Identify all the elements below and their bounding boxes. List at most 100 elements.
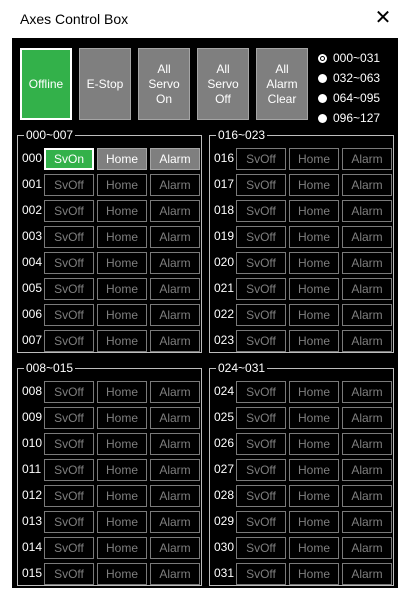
alarm-button[interactable]: Alarm	[150, 563, 200, 585]
home-button[interactable]: Home	[97, 485, 147, 507]
home-button[interactable]: Home	[289, 304, 339, 326]
alarm-button[interactable]: Alarm	[150, 200, 200, 222]
servo-toggle-button[interactable]: SvOff	[44, 252, 94, 274]
home-button[interactable]: Home	[289, 563, 339, 585]
home-button[interactable]: Home	[289, 381, 339, 403]
range-option-064-095[interactable]: 064~095	[318, 89, 380, 107]
estop-button[interactable]: E-Stop	[79, 48, 131, 120]
servo-toggle-button[interactable]: SvOff	[44, 278, 94, 300]
servo-toggle-button[interactable]: SvOff	[236, 200, 286, 222]
home-button[interactable]: Home	[289, 511, 339, 533]
alarm-button[interactable]: Alarm	[342, 485, 392, 507]
servo-toggle-button[interactable]: SvOff	[236, 252, 286, 274]
servo-toggle-button[interactable]: SvOff	[236, 330, 286, 352]
all-alarm-clear-button[interactable]: All Alarm Clear	[256, 48, 308, 120]
servo-toggle-button[interactable]: SvOff	[44, 407, 94, 429]
home-button[interactable]: Home	[97, 226, 147, 248]
alarm-button[interactable]: Alarm	[150, 381, 200, 403]
servo-toggle-button[interactable]: SvOff	[236, 537, 286, 559]
close-icon[interactable]: ✕	[371, 6, 395, 30]
alarm-button[interactable]: Alarm	[342, 563, 392, 585]
home-button[interactable]: Home	[289, 459, 339, 481]
alarm-button[interactable]: Alarm	[342, 537, 392, 559]
servo-toggle-button[interactable]: SvOff	[44, 459, 94, 481]
servo-toggle-button[interactable]: SvOff	[236, 278, 286, 300]
home-button[interactable]: Home	[97, 252, 147, 274]
servo-toggle-button[interactable]: SvOff	[44, 563, 94, 585]
alarm-button[interactable]: Alarm	[342, 407, 392, 429]
home-button[interactable]: Home	[97, 304, 147, 326]
alarm-button[interactable]: Alarm	[342, 511, 392, 533]
home-button[interactable]: Home	[97, 511, 147, 533]
servo-toggle-button[interactable]: SvOff	[236, 485, 286, 507]
alarm-button[interactable]: Alarm	[150, 252, 200, 274]
servo-toggle-button[interactable]: SvOff	[44, 511, 94, 533]
alarm-button[interactable]: Alarm	[150, 537, 200, 559]
home-button[interactable]: Home	[97, 381, 147, 403]
home-button[interactable]: Home	[97, 278, 147, 300]
servo-toggle-button[interactable]: SvOff	[44, 537, 94, 559]
servo-toggle-button[interactable]: SvOff	[236, 174, 286, 196]
servo-toggle-button[interactable]: SvOff	[236, 511, 286, 533]
alarm-button[interactable]: Alarm	[342, 174, 392, 196]
servo-toggle-button[interactable]: SvOff	[44, 433, 94, 455]
home-button[interactable]: Home	[97, 330, 147, 352]
servo-toggle-button[interactable]: SvOff	[236, 563, 286, 585]
servo-toggle-button[interactable]: SvOff	[236, 459, 286, 481]
servo-toggle-button[interactable]: SvOff	[236, 381, 286, 403]
servo-toggle-button[interactable]: SvOff	[44, 330, 94, 352]
servo-toggle-button[interactable]: SvOff	[44, 304, 94, 326]
home-button[interactable]: Home	[97, 174, 147, 196]
alarm-button[interactable]: Alarm	[342, 330, 392, 352]
alarm-button[interactable]: Alarm	[342, 459, 392, 481]
alarm-button[interactable]: Alarm	[150, 174, 200, 196]
home-button[interactable]: Home	[289, 433, 339, 455]
alarm-button[interactable]: Alarm	[342, 278, 392, 300]
alarm-button[interactable]: Alarm	[342, 381, 392, 403]
all-servo-off-button[interactable]: All Servo Off	[197, 48, 249, 120]
alarm-button[interactable]: Alarm	[150, 407, 200, 429]
servo-toggle-button[interactable]: SvOn	[44, 148, 94, 170]
alarm-button[interactable]: Alarm	[342, 200, 392, 222]
servo-toggle-button[interactable]: SvOff	[236, 433, 286, 455]
home-button[interactable]: Home	[289, 174, 339, 196]
range-option-032-063[interactable]: 032~063	[318, 69, 380, 87]
alarm-button[interactable]: Alarm	[150, 459, 200, 481]
alarm-button[interactable]: Alarm	[150, 511, 200, 533]
home-button[interactable]: Home	[97, 200, 147, 222]
servo-toggle-button[interactable]: SvOff	[236, 148, 286, 170]
alarm-button[interactable]: Alarm	[150, 485, 200, 507]
home-button[interactable]: Home	[289, 278, 339, 300]
home-button[interactable]: Home	[289, 226, 339, 248]
home-button[interactable]: Home	[97, 407, 147, 429]
home-button[interactable]: Home	[289, 407, 339, 429]
servo-toggle-button[interactable]: SvOff	[44, 200, 94, 222]
range-option-096-127[interactable]: 096~127	[318, 109, 380, 127]
servo-toggle-button[interactable]: SvOff	[236, 226, 286, 248]
home-button[interactable]: Home	[97, 459, 147, 481]
alarm-button[interactable]: Alarm	[150, 433, 200, 455]
alarm-button[interactable]: Alarm	[150, 226, 200, 248]
home-button[interactable]: Home	[289, 537, 339, 559]
servo-toggle-button[interactable]: SvOff	[44, 485, 94, 507]
alarm-button[interactable]: Alarm	[342, 252, 392, 274]
servo-toggle-button[interactable]: SvOff	[44, 174, 94, 196]
range-option-000-031[interactable]: 000~031	[318, 49, 380, 67]
alarm-button[interactable]: Alarm	[150, 304, 200, 326]
servo-toggle-button[interactable]: SvOff	[44, 381, 94, 403]
servo-toggle-button[interactable]: SvOff	[236, 304, 286, 326]
alarm-button[interactable]: Alarm	[150, 330, 200, 352]
alarm-button[interactable]: Alarm	[342, 304, 392, 326]
home-button[interactable]: Home	[289, 330, 339, 352]
alarm-button[interactable]: Alarm	[150, 148, 200, 170]
alarm-button[interactable]: Alarm	[342, 148, 392, 170]
home-button[interactable]: Home	[289, 485, 339, 507]
home-button[interactable]: Home	[289, 252, 339, 274]
offline-button[interactable]: Offline	[20, 48, 72, 120]
home-button[interactable]: Home	[97, 433, 147, 455]
home-button[interactable]: Home	[97, 563, 147, 585]
servo-toggle-button[interactable]: SvOff	[44, 226, 94, 248]
home-button[interactable]: Home	[97, 148, 147, 170]
alarm-button[interactable]: Alarm	[342, 226, 392, 248]
home-button[interactable]: Home	[289, 148, 339, 170]
